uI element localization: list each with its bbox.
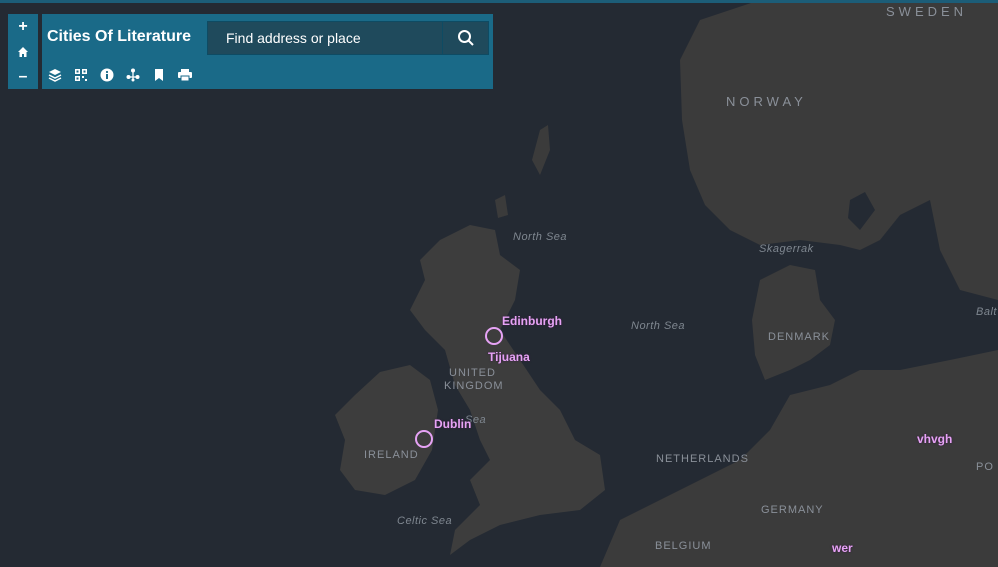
zoom-out-button[interactable]: – — [8, 64, 38, 89]
home-icon — [18, 46, 28, 57]
app-title: Cities Of Literature — [47, 28, 192, 45]
title-panel: Cities Of Literature — [42, 14, 493, 89]
search-box — [207, 21, 489, 55]
sea-label-north-sea-1: North Sea — [513, 231, 568, 243]
print-icon — [178, 69, 192, 82]
country-label-norway: NORWAY — [726, 94, 807, 109]
zoom-control: + – — [8, 14, 38, 89]
sea-label-baltic: Balt — [976, 306, 997, 318]
bookmark-icon — [155, 69, 163, 81]
info-icon — [100, 68, 114, 82]
country-label-belgium: BELGIUM — [655, 540, 712, 552]
bookmark-button[interactable] — [146, 65, 172, 85]
city-label-dublin[interactable]: Dublin — [434, 417, 471, 431]
country-label-kingdom: KINGDOM — [444, 380, 504, 392]
country-label-germany: GERMANY — [761, 504, 824, 516]
qr-legend-icon — [75, 69, 87, 81]
city-marker-dublin[interactable] — [415, 430, 433, 448]
print-button[interactable] — [172, 65, 198, 85]
country-label-united: UNITED — [449, 367, 496, 379]
sea-label-skagerrak: Skagerrak — [759, 243, 814, 255]
city-label-vhvgh[interactable]: vhvgh — [917, 432, 952, 446]
city-label-tijuana[interactable]: Tijuana — [488, 350, 530, 364]
search-button[interactable] — [442, 22, 488, 54]
share-button[interactable] — [120, 65, 146, 85]
country-label-sweden: SWEDEN — [886, 4, 968, 19]
country-label-denmark: DENMARK — [768, 331, 831, 343]
home-button[interactable] — [8, 39, 38, 64]
legend-button[interactable] — [68, 65, 94, 85]
city-label-wer[interactable]: wer — [832, 541, 853, 555]
city-label-edinburgh[interactable]: Edinburgh — [502, 314, 562, 328]
sea-label-north-sea-2: North Sea — [631, 320, 686, 332]
sea-label-celtic-sea: Celtic Sea — [397, 515, 453, 527]
toolbar — [42, 64, 198, 86]
country-label-ireland: IRELAND — [364, 449, 419, 461]
country-label-netherlands: NETHERLANDS — [656, 453, 749, 465]
layers-icon — [48, 69, 62, 82]
info-button[interactable] — [94, 65, 120, 85]
country-label-po: PO — [976, 461, 994, 473]
city-marker-edinburgh[interactable] — [485, 327, 503, 345]
share-network-icon — [126, 68, 140, 82]
zoom-in-button[interactable]: + — [8, 14, 38, 39]
layers-button[interactable] — [42, 65, 68, 85]
search-icon — [457, 30, 474, 46]
search-input[interactable] — [208, 22, 444, 54]
top-accent-bar — [0, 0, 998, 3]
